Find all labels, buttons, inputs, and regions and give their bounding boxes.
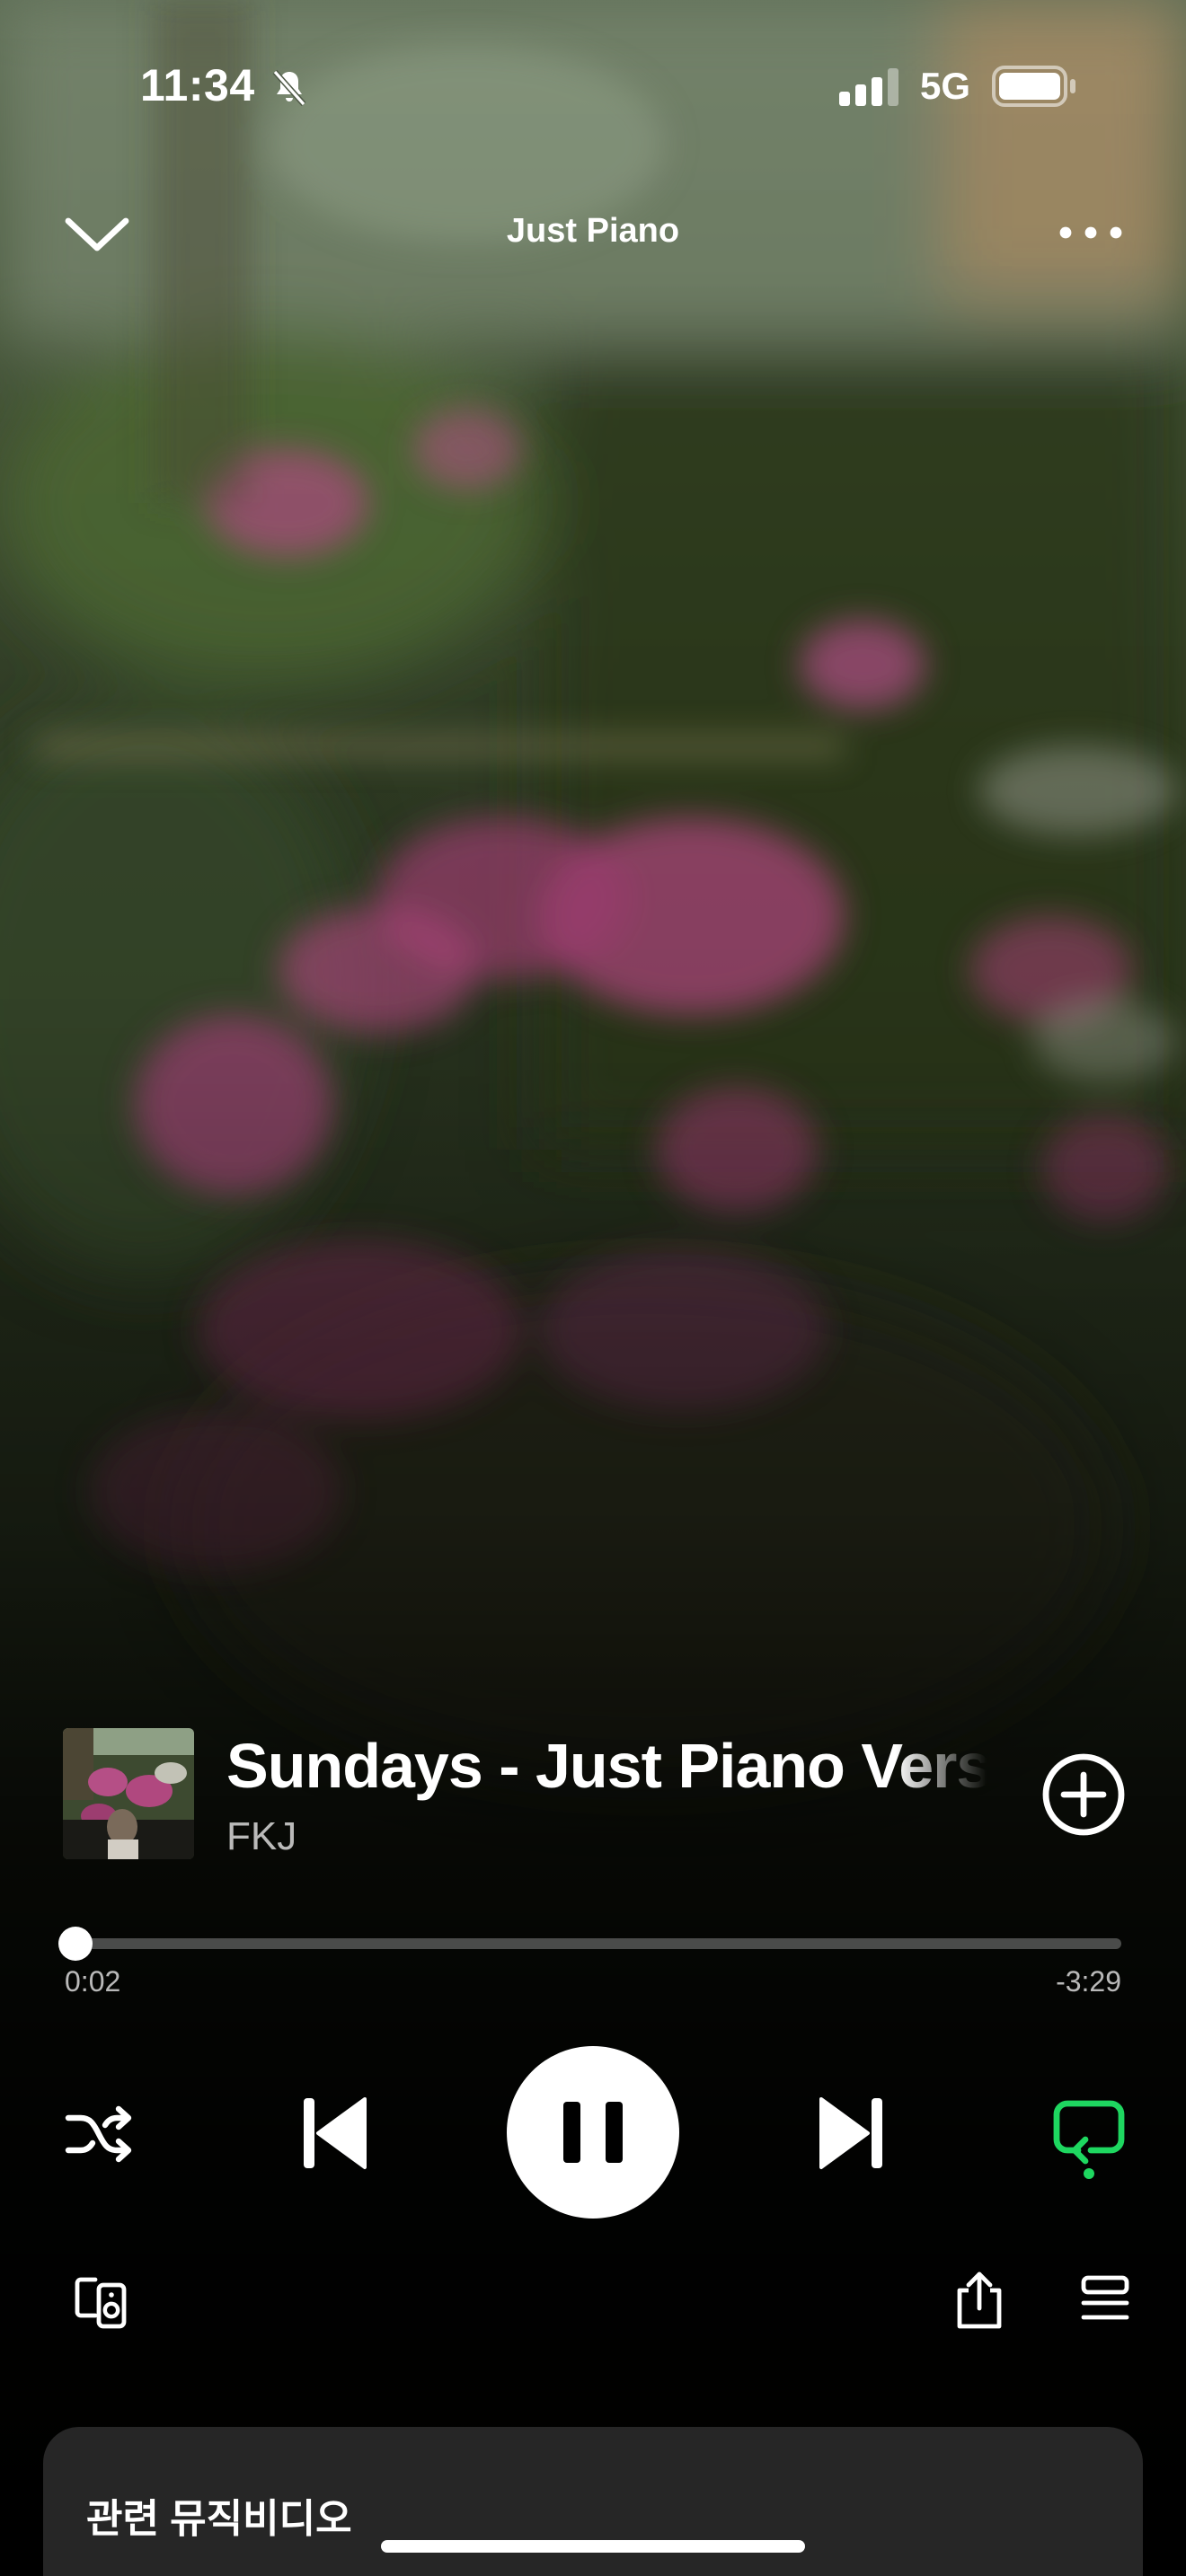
album-art-thumbnail[interactable] [63,1728,194,1859]
shuffle-icon[interactable] [63,2098,135,2170]
repeat-active-dot [1084,2168,1094,2179]
progress-bar[interactable] [58,1927,1121,1961]
related-videos-card[interactable]: 관련 뮤직비디오 [43,2427,1143,2576]
status-time: 11:34 [140,60,255,110]
connect-devices-icon[interactable] [72,2272,129,2330]
chevron-down-icon[interactable] [61,207,133,260]
playlist-title[interactable]: Just Piano [323,212,863,251]
home-indicator[interactable] [381,2540,805,2553]
repeat-one-icon[interactable] [1051,2096,1127,2179]
pause-icon [563,2102,623,2163]
elapsed-time: 0:02 [65,1965,121,1998]
signal-icon [839,68,898,106]
remaining-time: -3:29 [1056,1965,1121,1998]
now-playing-screen: 11:34 5G Just Piano Sundays - Just Piano… [0,0,1186,2576]
related-videos-title: 관련 뮤직비디오 [86,2497,352,2541]
plus-circle-icon[interactable] [1040,1751,1127,1838]
skip-next-icon[interactable] [816,2093,888,2174]
more-dots-icon[interactable] [1055,212,1127,253]
queue-icon[interactable] [1078,2272,1132,2326]
skip-previous-icon[interactable] [298,2093,370,2174]
bell-off-icon [272,69,306,107]
network-label: 5G [920,65,971,107]
artist-name[interactable]: FKJ [226,1814,296,1859]
track-title[interactable]: Sundays - Just Piano Version [226,1730,987,1805]
share-icon[interactable] [951,2269,1008,2330]
play-pause-button[interactable] [507,2046,679,2219]
battery-icon [992,66,1075,107]
progress-thumb[interactable] [58,1927,93,1961]
